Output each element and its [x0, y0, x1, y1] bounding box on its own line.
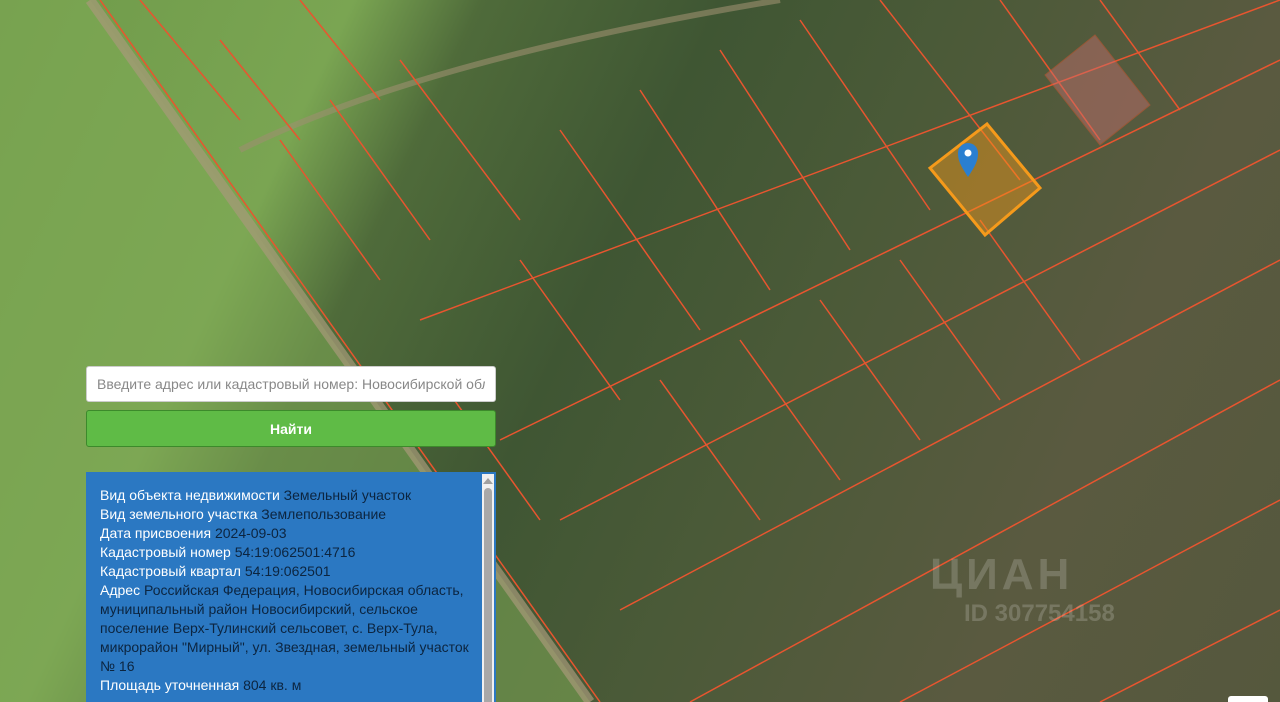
info-value: Российская Федерация, Новосибирская обла… — [100, 582, 469, 674]
scrollbar[interactable] — [482, 474, 494, 702]
find-button[interactable]: Найти — [86, 410, 496, 447]
scrollbar-thumb[interactable] — [484, 488, 492, 702]
info-label: Кадастровый номер — [100, 544, 231, 560]
parcel-info-panel: Вид объекта недвижимости Земельный участ… — [86, 472, 496, 702]
info-label: Дата присвоения — [100, 525, 212, 541]
info-row: Кадастровый квартал 54:19:062501 — [100, 562, 472, 581]
info-row: Кадастровый номер 54:19:062501:4716 — [100, 543, 472, 562]
selected-parcel — [927, 121, 1043, 238]
info-row: Вид объекта недвижимости Земельный участ… — [100, 486, 472, 505]
info-value: 54:19:062501 — [244, 563, 331, 579]
info-row: Площадь уточненная 804 кв. м — [100, 676, 472, 695]
watermark: ЦИАН ID 307754158 — [930, 550, 1115, 627]
info-row: Вид земельного участка Землепользование — [100, 505, 472, 524]
info-value: Земельный участок — [283, 487, 412, 503]
info-value: 2024-09-03 — [214, 525, 287, 541]
info-label: Вид объекта недвижимости — [100, 487, 280, 503]
info-row: Дата присвоения 2024-09-03 — [100, 524, 472, 543]
scroll-up-icon[interactable] — [483, 478, 493, 484]
info-label: Адрес — [100, 582, 141, 598]
info-value: 54:19:062501:4716 — [234, 544, 356, 560]
map-control[interactable] — [1228, 696, 1268, 702]
info-value: 804 кв. м — [243, 677, 302, 693]
info-label: Площадь уточненная — [100, 677, 240, 693]
info-value: Землепользование — [261, 506, 387, 522]
info-label: Вид земельного участка — [100, 506, 258, 522]
info-label: Кадастровый квартал — [100, 563, 241, 579]
info-row: Адрес Российская Федерация, Новосибирска… — [100, 581, 472, 676]
search-input[interactable] — [86, 366, 496, 402]
